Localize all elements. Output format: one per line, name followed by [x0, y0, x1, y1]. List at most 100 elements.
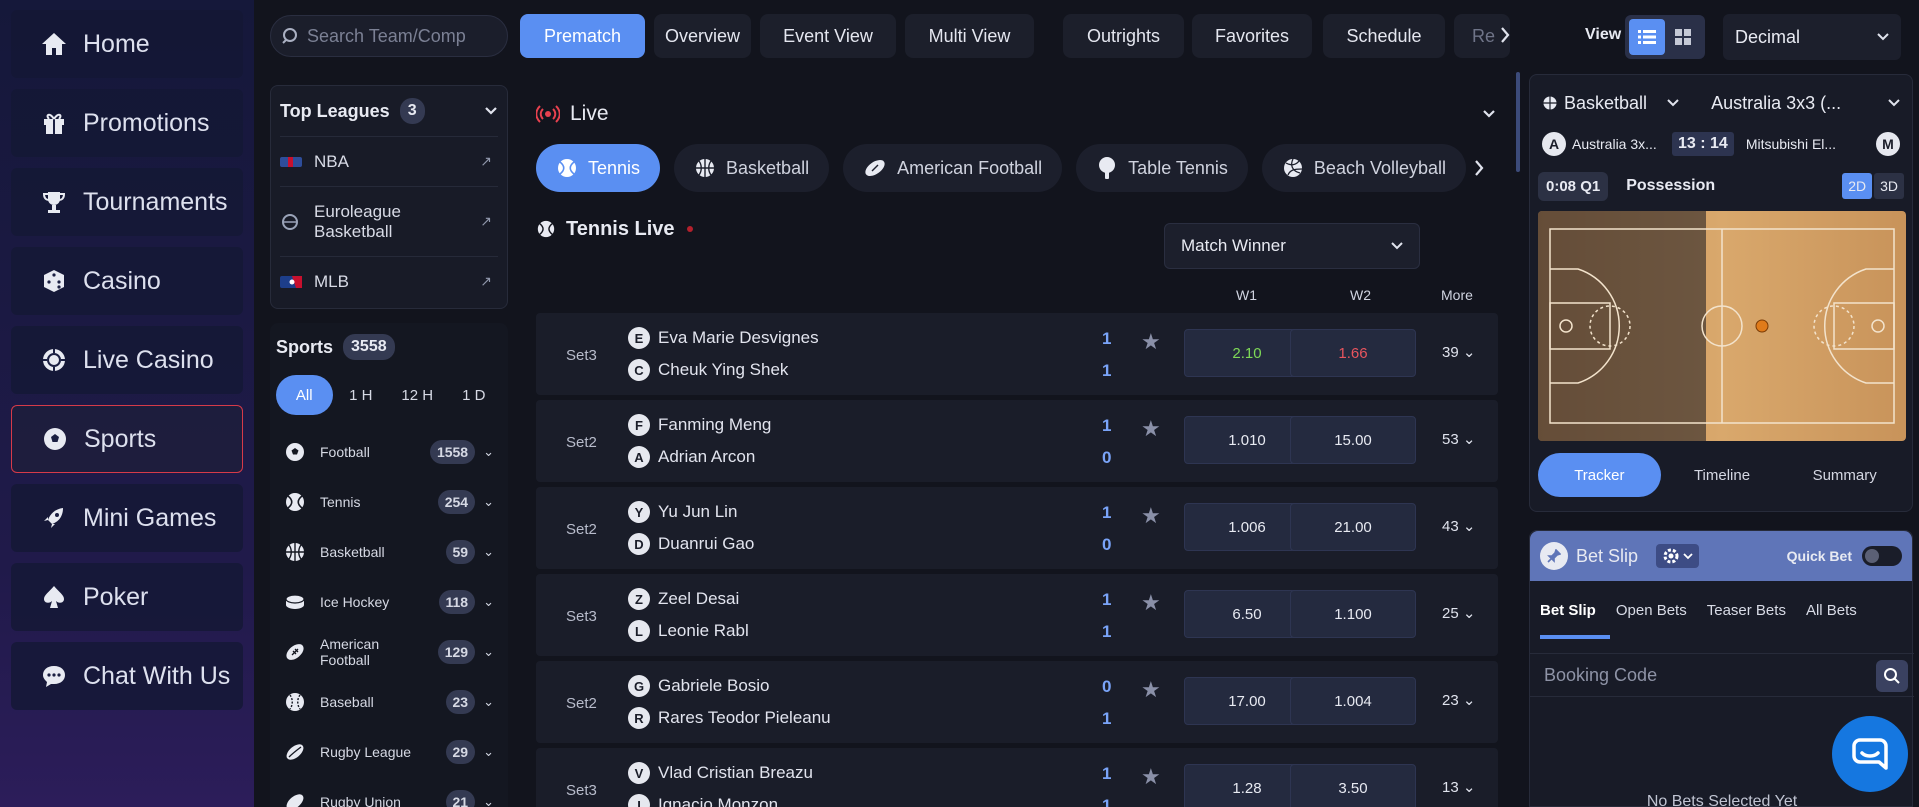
sport-item-ice-hockey[interactable]: Ice Hockey 118 ⌄ — [276, 577, 502, 627]
filter-12h[interactable]: 12 H — [389, 375, 446, 415]
mode-3d-button[interactable]: 3D — [1874, 173, 1904, 199]
quick-bet-toggle[interactable] — [1862, 546, 1902, 566]
more-markets-button[interactable]: 43 ⌄ — [1442, 517, 1475, 535]
sport-item-football[interactable]: Football 1558 ⌄ — [276, 427, 502, 477]
live-tab-beach-volleyball[interactable]: Beach Volleyball — [1261, 144, 1467, 192]
sport-item-tennis[interactable]: Tennis 254 ⌄ — [276, 477, 502, 527]
player-badge: Y — [628, 501, 650, 523]
sport-item-baseball[interactable]: Baseball 23 ⌄ — [276, 677, 502, 727]
sport-label: Football — [320, 444, 370, 460]
odds-w2-button[interactable]: 21.00 — [1290, 503, 1416, 551]
tab-schedule[interactable]: Schedule — [1323, 14, 1445, 58]
sport-item-rugby-union[interactable]: Rugby Union 21 ⌄ — [276, 777, 502, 807]
nav-item-promotions[interactable]: Promotions — [11, 89, 243, 157]
odds-w2-button[interactable]: 3.50 — [1290, 764, 1416, 807]
sport-item-rugby-league[interactable]: Rugby League 29 ⌄ — [276, 727, 502, 777]
player1-score: 1 — [1102, 329, 1112, 348]
live-chat-button[interactable] — [1832, 716, 1908, 792]
league-item-nba[interactable]: NBA ↗ — [280, 136, 498, 186]
nav-item-home[interactable]: Home — [11, 10, 243, 78]
more-markets-button[interactable]: 25 ⌄ — [1442, 604, 1475, 622]
nav-item-casino[interactable]: Casino — [11, 247, 243, 315]
odds-w2-button[interactable]: 1.004 — [1290, 677, 1416, 725]
nav-item-sports[interactable]: Sports — [11, 405, 243, 473]
odds-w2-button[interactable]: 1.100 — [1290, 590, 1416, 638]
odds-w2-button[interactable]: 15.00 — [1290, 416, 1416, 464]
sport-item-basketball[interactable]: Basketball 59 ⌄ — [276, 527, 502, 577]
tab-timeline[interactable]: Timeline — [1661, 453, 1784, 497]
live-tab-american-football[interactable]: American Football — [843, 144, 1063, 192]
tab-label: Event View — [783, 25, 873, 46]
more-markets-button[interactable]: 23 ⌄ — [1442, 691, 1475, 709]
trophy-icon — [39, 187, 69, 217]
player2-score: 1 — [1102, 709, 1112, 728]
nav-item-poker[interactable]: Poker — [11, 563, 243, 631]
sport-count: 23 — [445, 690, 476, 714]
more-markets-button[interactable]: 39 ⌄ — [1442, 343, 1475, 361]
tabs-next-arrow[interactable] — [1500, 26, 1510, 44]
tab-tracker[interactable]: Tracker — [1538, 453, 1661, 497]
live-tab-tennis[interactable]: Tennis — [536, 144, 661, 192]
league-item-mlb[interactable]: MLB ↗ — [280, 256, 498, 306]
live-tab-table-tennis[interactable]: Table Tennis — [1076, 144, 1248, 192]
sport-tabs-next-arrow[interactable] — [1474, 159, 1484, 177]
list-icon — [1638, 29, 1656, 45]
tab-favorites[interactable]: Favorites — [1192, 14, 1312, 58]
odds-format-select[interactable]: Decimal — [1723, 14, 1901, 60]
tab-overview[interactable]: Overview — [654, 14, 751, 58]
mode-2d-button[interactable]: 2D — [1842, 173, 1873, 199]
odds-w2-button[interactable]: 1.66 — [1290, 329, 1416, 377]
live-tab-basketball[interactable]: Basketball — [674, 144, 830, 192]
tracker-teams: A Australia 3x... 13 : 14 Mitsubishi El.… — [1542, 127, 1900, 161]
tab-all-bets[interactable]: All Bets — [1806, 602, 1857, 619]
match-row[interactable]: Set2 Y Yu Jun Lin D Duanrui Gao 1 0 ★ 1.006 21.00… — [536, 487, 1498, 569]
tab-bet-slip[interactable]: Bet Slip — [1540, 602, 1596, 619]
list-view-button[interactable] — [1629, 19, 1665, 55]
chip-icon — [39, 345, 69, 375]
star-icon[interactable]: ★ — [1141, 764, 1161, 790]
star-icon[interactable]: ★ — [1141, 416, 1161, 442]
match-row[interactable]: Set2 G Gabriele Bosio R Rares Teodor Pielean… — [536, 661, 1498, 743]
sport-label: American Football — [320, 636, 380, 668]
league-item-euroleague[interactable]: Euroleague Basketball ↗ — [280, 186, 498, 256]
star-icon[interactable]: ★ — [1141, 677, 1161, 703]
match-row[interactable]: Set3 Z Zeel Desai L Leonie Rabl 1 1 ★ 6.50 1.100 2… — [536, 574, 1498, 656]
nav-item-live-casino[interactable]: Live Casino — [11, 326, 243, 394]
booking-code-input[interactable] — [1544, 664, 1844, 686]
chevron-down-icon[interactable] — [1667, 99, 1679, 107]
more-markets-button[interactable]: 13 ⌄ — [1442, 778, 1475, 796]
nav-item-mini-games[interactable]: Mini Games — [11, 484, 243, 552]
match-row[interactable]: Set3 V Vlad Cristian Breazu I Ignacio Monzon… — [536, 748, 1498, 807]
filter-1d[interactable]: 1 D — [446, 375, 503, 415]
sport-item-american-football[interactable]: American Football 129 ⌄ — [276, 627, 502, 677]
settings-dropdown[interactable] — [1656, 544, 1700, 568]
more-markets-button[interactable]: 53 ⌄ — [1442, 430, 1475, 448]
booking-search-button[interactable] — [1876, 660, 1908, 692]
tab-teaser-bets[interactable]: Teaser Bets — [1707, 602, 1786, 619]
tab-outrights[interactable]: Outrights — [1063, 14, 1184, 58]
star-icon[interactable]: ★ — [1141, 503, 1161, 529]
tab-prematch[interactable]: Prematch — [520, 14, 645, 58]
filter-all[interactable]: All — [276, 375, 333, 415]
star-icon[interactable]: ★ — [1141, 590, 1161, 616]
nav-item-tournaments[interactable]: Tournaments — [11, 168, 243, 236]
match-row[interactable]: Set2 F Fanming Meng A Adrian Arcon 1 0 ★ 1.010 15… — [536, 400, 1498, 482]
live-header[interactable]: Live — [524, 85, 1512, 143]
player-badge: C — [628, 359, 650, 381]
search-input[interactable] — [307, 25, 497, 47]
star-icon[interactable]: ★ — [1141, 329, 1161, 355]
match-row[interactable]: Set3 E Eva Marie Desvignes C Cheuk Ying Shek… — [536, 313, 1498, 395]
filter-1h[interactable]: 1 H — [333, 375, 390, 415]
col-head-w2: W2 — [1350, 287, 1371, 303]
search-box[interactable] — [270, 15, 508, 57]
tab-summary[interactable]: Summary — [1783, 453, 1906, 497]
chevron-down-icon[interactable] — [1888, 99, 1900, 107]
nav-item-chat[interactable]: Chat With Us — [11, 642, 243, 710]
grid-view-button[interactable] — [1665, 19, 1701, 55]
tab-event-view[interactable]: Event View — [760, 14, 896, 58]
top-leagues-header[interactable]: Top Leagues 3 — [280, 86, 498, 136]
tab-open-bets[interactable]: Open Bets — [1616, 602, 1687, 619]
market-select[interactable]: Match Winner — [1164, 223, 1420, 269]
center-scrollbar[interactable] — [1516, 72, 1520, 172]
tab-multi-view[interactable]: Multi View — [905, 14, 1034, 58]
